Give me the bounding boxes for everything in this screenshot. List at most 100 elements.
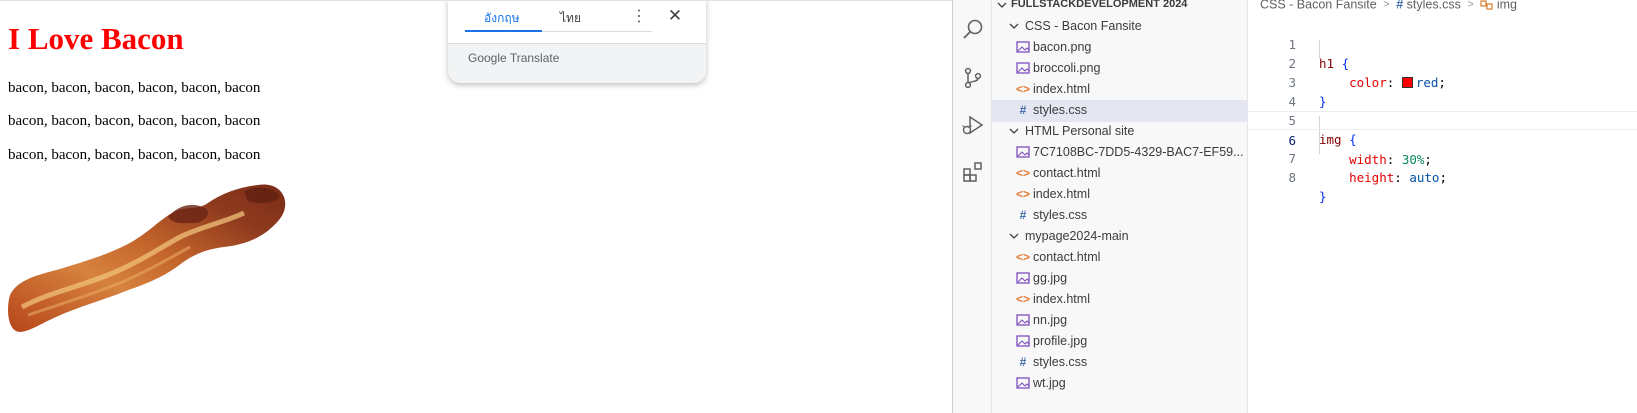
chevron-down-icon [1009,128,1019,134]
file-broccoli-png[interactable]: broccoli.png [992,58,1247,80]
file-label: index.html [1033,187,1090,201]
file-label: broccoli.png [1033,61,1101,75]
more-options-icon[interactable]: ⋮ [630,6,648,28]
html-file-icon: <> [1016,166,1031,180]
translate-tabs: อังกฤษ ไทย ⋮ ✕ [448,1,706,44]
file-wt-jpg[interactable]: wt.jpg [992,373,1247,395]
active-tab-underline [465,30,542,32]
explorer-sidebar: FULLSTACKDEVELOPMENT 2024 CSS - Bacon Fa… [992,0,1248,413]
tab-thai[interactable]: ไทย [560,9,581,28]
folder-label: CSS - Bacon Fansite [1025,19,1142,33]
file-label: bacon.png [1033,40,1092,54]
run-debug-icon[interactable] [961,113,985,137]
file-index-html[interactable]: <> index.html [992,289,1247,311]
symbol-icon [1480,0,1493,10]
brand-translate: Translate [509,51,560,65]
tab-divider [542,31,652,32]
file-label: styles.css [1033,208,1088,222]
file-label: wt.jpg [1033,376,1066,390]
extensions-icon[interactable] [961,160,985,184]
file-label: styles.css [1033,355,1088,369]
page-heading: I Love Bacon [8,21,184,56]
close-brace: } [1319,189,1327,204]
file-index-html[interactable]: <> index.html [992,184,1247,206]
google-translate-popup: อังกฤษ ไทย ⋮ ✕ Google Translate [448,1,706,83]
chevron-down-icon [1009,233,1019,239]
chevron-right-icon: > [1380,0,1393,11]
css-file-icon: # [1019,355,1027,369]
breadcrumb-file[interactable]: styles.css [1407,0,1461,12]
folder-label: mypage2024-main [1025,229,1129,243]
property-height: height [1349,170,1395,185]
html-file-icon: <> [1016,187,1031,201]
css-file-icon: # [1019,103,1027,117]
code-line-2: 2 color: red; [1248,35,1637,90]
workspace-header[interactable]: FULLSTACKDEVELOPMENT 2024 [992,0,1247,13]
file-index-html[interactable]: <> index.html [992,79,1247,101]
image-file-icon [1016,314,1030,326]
file-gg-jpg[interactable]: gg.jpg [992,268,1247,290]
bacon-paragraph-2: bacon, bacon, bacon, bacon, bacon, bacon [8,113,261,129]
colon: : [1394,170,1410,185]
code-editor[interactable]: CSS - Bacon Fansite > # styles.css > img… [1248,0,1637,413]
file-label: index.html [1033,82,1090,96]
value-auto: auto [1409,170,1440,185]
file-label: contact.html [1033,166,1101,180]
image-file-icon [1016,146,1030,158]
breadcrumb: CSS - Bacon Fansite > # styles.css > img [1260,0,1517,13]
file-label: nn.jpg [1033,313,1068,327]
bacon-paragraph-3: bacon, bacon, bacon, bacon, bacon, bacon [8,147,261,163]
file-7c7108bc[interactable]: 7C7108BC-7DD5-4329-BAC7-EF59... [992,142,1247,164]
code-line-6-current: 6 width: 30%; [1248,111,1637,167]
html-file-icon: <> [1016,250,1031,264]
bacon-paragraph-1: bacon, bacon, bacon, bacon, bacon, bacon [8,80,261,96]
image-file-icon [1016,62,1030,74]
folder-html-personal-site[interactable]: HTML Personal site [992,121,1247,143]
image-file-icon [1016,41,1030,53]
css-file-icon: # [1396,0,1404,12]
image-file-icon [1016,377,1030,389]
folder-label: HTML Personal site [1025,124,1135,138]
chevron-right-icon: > [1464,0,1477,11]
folder-mypage2024-main[interactable]: mypage2024-main [992,226,1247,248]
file-nn-jpg[interactable]: nn.jpg [992,310,1247,332]
code-line-7: 7 height: auto; [1248,130,1637,185]
file-styles-css[interactable]: # styles.css [992,205,1247,227]
activity-bar [953,0,992,413]
html-file-icon: <> [1016,292,1031,306]
breadcrumb-symbol[interactable]: img [1497,0,1517,12]
brand-google: Google [468,51,507,65]
close-icon[interactable]: ✕ [665,5,685,27]
workspace-title: FULLSTACKDEVELOPMENT 2024 [1011,0,1188,10]
file-styles-css-selected[interactable]: # styles.css [992,100,1247,122]
bacon-image [8,184,286,332]
search-icon[interactable] [961,18,985,42]
css-file-icon: # [1019,208,1027,222]
image-file-icon [1016,335,1030,347]
code-line-8: 8 } [1248,149,1637,204]
file-profile-jpg[interactable]: profile.jpg [992,331,1247,353]
source-control-icon[interactable] [961,66,985,90]
semicolon: ; [1439,170,1447,185]
file-label: gg.jpg [1033,271,1068,285]
file-contact-html[interactable]: <> contact.html [992,247,1247,269]
file-contact-html[interactable]: <> contact.html [992,163,1247,185]
code-line-4: 4 [1248,73,1637,109]
vscode-window: FULLSTACKDEVELOPMENT 2024 CSS - Bacon Fa… [952,0,1637,413]
tab-english[interactable]: อังกฤษ [484,9,520,28]
file-styles-css[interactable]: # styles.css [992,352,1247,374]
file-label: 7C7108BC-7DD5-4329-BAC7-EF59... [1033,145,1244,159]
file-bacon-png[interactable]: bacon.png [992,37,1247,59]
code-line-1: 1 h1 { [1248,16,1637,71]
file-label: styles.css [1033,103,1088,117]
folder-css-bacon-fansite[interactable]: CSS - Bacon Fansite [992,16,1247,38]
browser-preview: I Love Bacon bacon, bacon, bacon, bacon,… [0,0,952,413]
file-label: contact.html [1033,250,1101,264]
breadcrumb-folder[interactable]: CSS - Bacon Fansite [1260,0,1377,12]
code-line-5: 5 img { [1248,92,1637,147]
file-label: profile.jpg [1033,334,1088,348]
image-file-icon [1016,272,1030,284]
chevron-down-icon [1009,23,1019,29]
file-label: index.html [1033,292,1090,306]
code-line-3: 3 } [1248,54,1637,109]
